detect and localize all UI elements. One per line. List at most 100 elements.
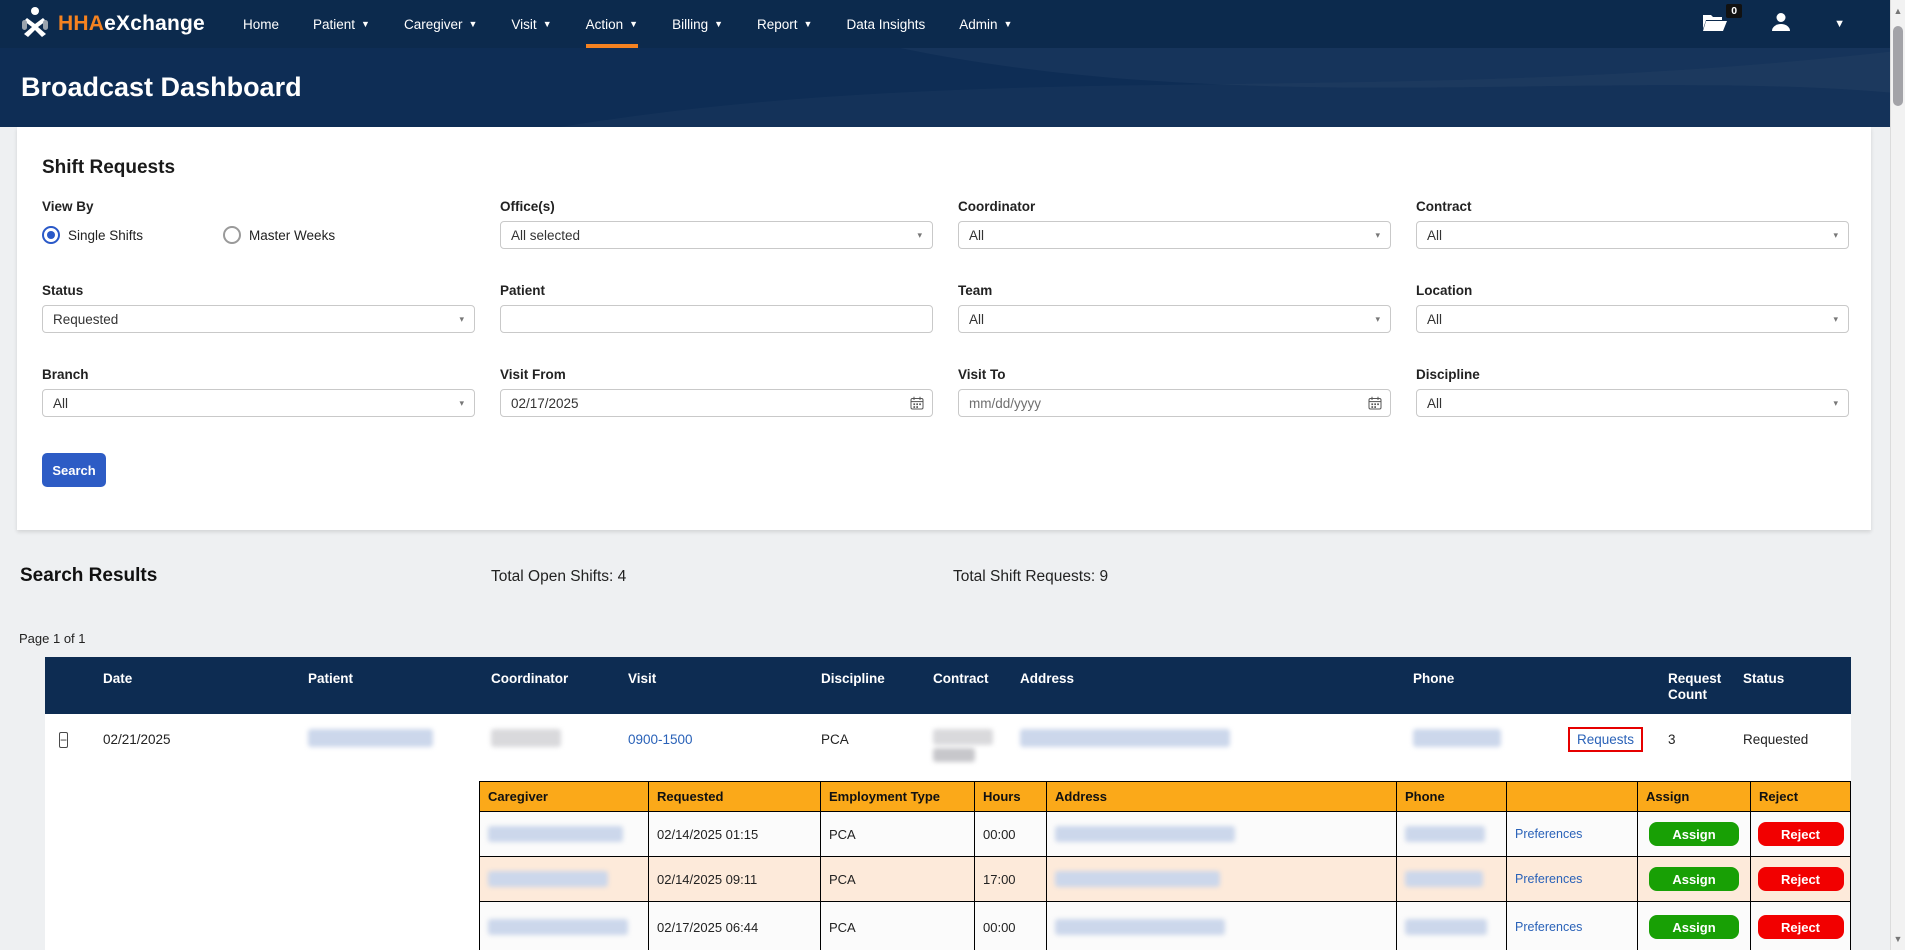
- ncell-employment-type: PCA: [821, 812, 975, 856]
- brand-logo[interactable]: HHAeXchange: [0, 0, 215, 48]
- total-open-shifts: Total Open Shifts: 4: [491, 568, 626, 586]
- nav-report[interactable]: Report▼: [757, 0, 812, 48]
- preferences-link[interactable]: Preferences: [1515, 827, 1582, 841]
- view-by-field: View By Single Shifts Master Weeks: [42, 199, 475, 249]
- patient-input[interactable]: [511, 306, 922, 332]
- radio-single-shifts[interactable]: Single Shifts: [42, 226, 143, 244]
- radio-selected-icon[interactable]: [42, 226, 60, 244]
- chevron-down-icon: ▼: [543, 20, 552, 29]
- calendar-icon[interactable]: [1368, 396, 1382, 413]
- visit-from-date-input[interactable]: [511, 390, 922, 416]
- radio-master-weeks[interactable]: Master Weeks: [223, 226, 335, 244]
- preferences-link[interactable]: Preferences: [1515, 920, 1582, 934]
- vertical-scrollbar[interactable]: ▲ ▼: [1890, 0, 1905, 950]
- visit-to-date-input[interactable]: [969, 390, 1380, 416]
- reject-button[interactable]: Reject: [1758, 867, 1844, 891]
- col-phone: Phone: [1405, 657, 1560, 714]
- top-navbar: HHAeXchange Home Patient▼ Caregiver▼ Vis…: [0, 0, 1905, 48]
- pagination-label: Page 1 of 1: [19, 631, 86, 646]
- ncol-hours: Hours: [975, 782, 1047, 811]
- preferences-link[interactable]: Preferences: [1515, 872, 1582, 886]
- status-field: Status Requested ▾: [42, 283, 475, 333]
- search-button[interactable]: Search: [42, 453, 106, 487]
- nav-data-insights[interactable]: Data Insights: [846, 0, 925, 48]
- contract-select[interactable]: All ▾: [1416, 221, 1849, 249]
- col-status: Status: [1735, 657, 1851, 714]
- nav-admin[interactable]: Admin▼: [959, 0, 1012, 48]
- visit-to-input-wrap: [958, 389, 1391, 417]
- chevron-down-icon: ▼: [714, 20, 723, 29]
- cell-date: 02/21/2025: [95, 732, 300, 747]
- location-label: Location: [1416, 283, 1849, 298]
- redacted-contract: [933, 729, 993, 745]
- table-header-row: Date Patient Coordinator Visit Disciplin…: [45, 657, 1851, 714]
- chevron-down-icon: ▾: [1375, 314, 1380, 325]
- nested-header-row: Caregiver Requested Employment Type Hour…: [480, 782, 1850, 811]
- assign-button[interactable]: Assign: [1649, 822, 1739, 846]
- radio-unselected-icon[interactable]: [223, 226, 241, 244]
- ncol-caregiver: Caregiver: [480, 782, 649, 811]
- open-cases-folder-icon[interactable]: 0: [1702, 12, 1728, 37]
- contract-field: Contract All ▾: [1416, 199, 1849, 249]
- ncol-requested: Requested: [649, 782, 821, 811]
- table-row: − 02/21/2025 0900-1500 PCA Requests 3 Re…: [45, 714, 1851, 765]
- branch-field: Branch All ▾: [42, 367, 475, 417]
- requests-link[interactable]: Requests: [1577, 732, 1634, 747]
- chevron-down-icon: ▼: [629, 20, 638, 29]
- visit-time-link[interactable]: 0900-1500: [628, 732, 693, 747]
- visit-from-label: Visit From: [500, 367, 933, 382]
- calendar-icon[interactable]: [910, 396, 924, 413]
- location-select[interactable]: All ▾: [1416, 305, 1849, 333]
- ncol-assign: Assign: [1638, 782, 1751, 811]
- assign-button[interactable]: Assign: [1649, 915, 1739, 939]
- scroll-down-icon[interactable]: ▼: [1891, 934, 1905, 944]
- filter-grid: View By Single Shifts Master Weeks Offic…: [42, 199, 1846, 417]
- office-select[interactable]: All selected ▾: [500, 221, 933, 249]
- nav-caregiver[interactable]: Caregiver▼: [404, 0, 477, 48]
- shift-requests-table: Date Patient Coordinator Visit Disciplin…: [45, 657, 1851, 950]
- redacted-contract: [933, 748, 975, 762]
- cell-request-count: 3: [1660, 732, 1735, 747]
- discipline-select[interactable]: All ▾: [1416, 389, 1849, 417]
- nav-visit[interactable]: Visit▼: [511, 0, 551, 48]
- visit-to-field: Visit To: [958, 367, 1391, 417]
- scroll-up-icon[interactable]: ▲: [1891, 6, 1905, 16]
- caregiver-request-row: 02/14/2025 01:15 PCA 00:00 Preferences A…: [480, 811, 1850, 856]
- ncell-hours: 17:00: [975, 857, 1047, 901]
- nav-patient[interactable]: Patient▼: [313, 0, 370, 48]
- caregiver-request-row: 02/14/2025 09:11 PCA 17:00 Preferences A…: [480, 856, 1850, 901]
- assign-button[interactable]: Assign: [1649, 867, 1739, 891]
- redacted-address: [1020, 729, 1230, 747]
- chevron-down-icon: ▾: [917, 230, 922, 241]
- user-profile-icon[interactable]: [1770, 11, 1792, 38]
- location-field: Location All ▾: [1416, 283, 1849, 333]
- nav-home[interactable]: Home: [243, 0, 279, 48]
- chevron-down-icon: ▾: [1375, 230, 1380, 241]
- patient-label: Patient: [500, 283, 933, 298]
- nav-action[interactable]: Action▼: [586, 0, 638, 48]
- redacted-caregiver-name: [488, 919, 628, 935]
- scrollbar-thumb[interactable]: [1893, 26, 1903, 106]
- redacted-coordinator-name: [491, 729, 561, 747]
- collapse-row-icon[interactable]: −: [59, 732, 68, 748]
- ncell-employment-type: PCA: [821, 902, 975, 950]
- coordinator-select[interactable]: All ▾: [958, 221, 1391, 249]
- branch-select[interactable]: All ▾: [42, 389, 475, 417]
- broadcast-dashboard-page: HHAeXchange Home Patient▼ Caregiver▼ Vis…: [0, 0, 1905, 950]
- search-results-header: Search Results Total Open Shifts: 4 Tota…: [0, 565, 1905, 595]
- patient-input-wrap: [500, 305, 933, 333]
- search-results-heading: Search Results: [20, 565, 157, 587]
- cell-status: Requested: [1735, 732, 1851, 747]
- ncell-requested: 02/14/2025 09:11: [649, 857, 821, 901]
- reject-button[interactable]: Reject: [1758, 915, 1844, 939]
- status-select[interactable]: Requested ▾: [42, 305, 475, 333]
- ncell-employment-type: PCA: [821, 857, 975, 901]
- ncol-address: Address: [1047, 782, 1397, 811]
- ncol-reject: Reject: [1751, 782, 1850, 811]
- redacted-address: [1055, 871, 1220, 887]
- discipline-field: Discipline All ▾: [1416, 367, 1849, 417]
- nav-billing[interactable]: Billing▼: [672, 0, 723, 48]
- team-select[interactable]: All ▾: [958, 305, 1391, 333]
- user-menu-chevron-icon[interactable]: ▼: [1834, 18, 1845, 30]
- reject-button[interactable]: Reject: [1758, 822, 1844, 846]
